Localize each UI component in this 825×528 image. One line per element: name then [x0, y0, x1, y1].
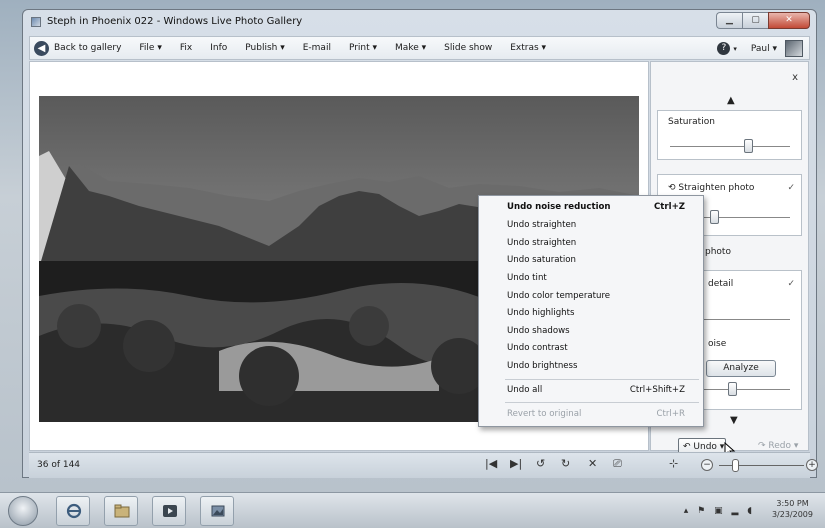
- menu-extras[interactable]: Extras ▾: [510, 43, 546, 53]
- menu-separator: [505, 402, 699, 403]
- menu-item-revert-to-original: Revert to original Ctrl+R: [479, 406, 703, 423]
- slide-show-icon[interactable]: ⎚: [613, 457, 622, 471]
- saturation-label: Saturation: [668, 117, 715, 127]
- menu-info[interactable]: Info: [210, 43, 227, 53]
- menu-slide-show[interactable]: Slide show: [444, 43, 492, 53]
- status-bar: 36 of 144 |◀ ▶| ↺ ↻ ✕ ⎚ ⊹ − +: [29, 452, 818, 478]
- start-button[interactable]: [8, 496, 38, 526]
- back-to-gallery-button[interactable]: Back to gallery: [54, 43, 121, 53]
- redo-arrow-icon: ↷: [758, 441, 766, 451]
- menu-right-group: ? ▾ Paul ▾: [717, 40, 803, 57]
- menu-file[interactable]: File ▾: [139, 43, 161, 53]
- help-dropdown-arrow-icon[interactable]: ▾: [733, 45, 737, 53]
- folder-icon: [114, 504, 130, 518]
- menu-fix[interactable]: Fix: [180, 43, 192, 53]
- menu-publish[interactable]: Publish ▾: [245, 43, 284, 53]
- saturation-card: Saturation: [657, 110, 802, 160]
- photo-gallery-app-icon: [31, 17, 41, 27]
- close-panel-icon[interactable]: x: [792, 72, 798, 83]
- menu-item-undo-tint[interactable]: Undo tint: [479, 270, 703, 287]
- back-arrow-icon[interactable]: ◀: [34, 40, 49, 56]
- reduce-noise-label: oise: [708, 339, 727, 349]
- scroll-down-chevron-icon[interactable]: ▼: [730, 415, 738, 426]
- noise-slider-thumb[interactable]: [728, 382, 737, 396]
- menu-item-undo-brightness[interactable]: Undo brightness: [479, 358, 703, 375]
- taskbar-file-explorer[interactable]: [104, 496, 138, 526]
- taskbar-photo-gallery[interactable]: [200, 496, 234, 526]
- window-title: Steph in Phoenix 022 - Windows Live Phot…: [47, 16, 303, 27]
- title-bar: Steph in Phoenix 022 - Windows Live Phot…: [23, 10, 816, 34]
- menu-item-undo-straighten[interactable]: Undo straighten: [479, 217, 703, 234]
- clock-date: 3/23/2009: [771, 510, 813, 519]
- shortcut-label: Ctrl+Z: [653, 202, 685, 212]
- shortcut-label: Ctrl+Shift+Z: [629, 385, 685, 395]
- close-window-button[interactable]: ✕: [768, 12, 810, 29]
- delete-icon[interactable]: ✕: [588, 457, 597, 470]
- next-photo-icon[interactable]: ▶|: [510, 457, 522, 470]
- menu-item-undo-contrast[interactable]: Undo contrast: [479, 340, 703, 357]
- taskbar: ▴ ⚑ ▣ ▂ ◖ 3:50 PM 3/23/2009: [0, 492, 825, 528]
- rotate-left-icon[interactable]: ↺: [536, 457, 545, 470]
- menu-separator: [505, 379, 699, 380]
- maximize-button[interactable]: ▢: [742, 12, 768, 29]
- minimize-button[interactable]: ▁: [716, 12, 742, 29]
- command-bar: ◀ Back to gallery File ▾ Fix Info Publis…: [29, 36, 810, 60]
- analyze-button[interactable]: Analyze: [706, 360, 776, 377]
- menu-item-undo-all[interactable]: Undo all Ctrl+Shift+Z: [479, 382, 703, 399]
- internet-explorer-icon: [66, 503, 82, 519]
- fit-to-window-icon[interactable]: ⊹: [669, 457, 678, 470]
- straighten-icon: ⟲: [668, 183, 676, 193]
- adjust-detail-label: detail: [708, 279, 734, 289]
- redo-button[interactable]: ↷ Redo ▾: [758, 441, 798, 451]
- crop-photo-label: photo: [705, 247, 731, 257]
- menu-item-undo-color-temperature[interactable]: Undo color temperature: [479, 288, 703, 305]
- menu-item-undo-saturation[interactable]: Undo saturation: [479, 252, 703, 269]
- help-icon[interactable]: ?: [717, 42, 731, 55]
- undo-arrow-icon: ↶: [683, 442, 691, 452]
- rotate-right-icon[interactable]: ↻: [561, 457, 570, 470]
- clock[interactable]: 3:50 PM 3/23/2009: [772, 498, 813, 520]
- saturation-slider-track[interactable]: [670, 146, 790, 147]
- checkmark-icon: ✓: [787, 183, 795, 193]
- checkmark-icon: ✓: [787, 279, 795, 289]
- system-tray-icons[interactable]: ▴ ⚑ ▣ ▂ ◖: [684, 506, 755, 516]
- shortcut-label: Ctrl+R: [656, 409, 685, 419]
- photo-gallery-icon: [211, 505, 225, 517]
- media-player-icon: [163, 505, 177, 517]
- zoom-slider-thumb[interactable]: [732, 459, 739, 472]
- straighten-slider-thumb[interactable]: [710, 210, 719, 224]
- menu-item-undo-shadows[interactable]: Undo shadows: [479, 323, 703, 340]
- previous-photo-icon[interactable]: |◀: [485, 457, 497, 470]
- photo-count: 36 of 144: [37, 460, 81, 470]
- menu-make[interactable]: Make ▾: [395, 43, 426, 53]
- straighten-photo-label: ⟲ Straighten photo: [668, 183, 755, 193]
- clock-time: 3:50 PM: [776, 499, 809, 508]
- menu-email[interactable]: E-mail: [303, 43, 331, 53]
- menu-item-undo-noise-reduction[interactable]: Undo noise reduction Ctrl+Z: [479, 199, 703, 216]
- user-avatar[interactable]: [785, 40, 803, 57]
- scroll-up-chevron-icon[interactable]: ▲: [727, 95, 735, 106]
- window-controls: ▁ ▢ ✕: [716, 12, 810, 29]
- taskbar-media-player[interactable]: [152, 496, 186, 526]
- undo-dropdown-menu: Undo noise reduction Ctrl+Z Undo straigh…: [478, 195, 704, 427]
- zoom-in-icon[interactable]: +: [806, 459, 818, 471]
- zoom-out-icon[interactable]: −: [701, 459, 713, 471]
- saturation-slider-thumb[interactable]: [744, 139, 753, 153]
- taskbar-internet-explorer[interactable]: [56, 496, 90, 526]
- menu-print[interactable]: Print ▾: [349, 43, 377, 53]
- menu-item-undo-highlights[interactable]: Undo highlights: [479, 305, 703, 322]
- user-menu[interactable]: Paul ▾: [751, 44, 777, 54]
- menu-item-undo-straighten[interactable]: Undo straighten: [479, 235, 703, 252]
